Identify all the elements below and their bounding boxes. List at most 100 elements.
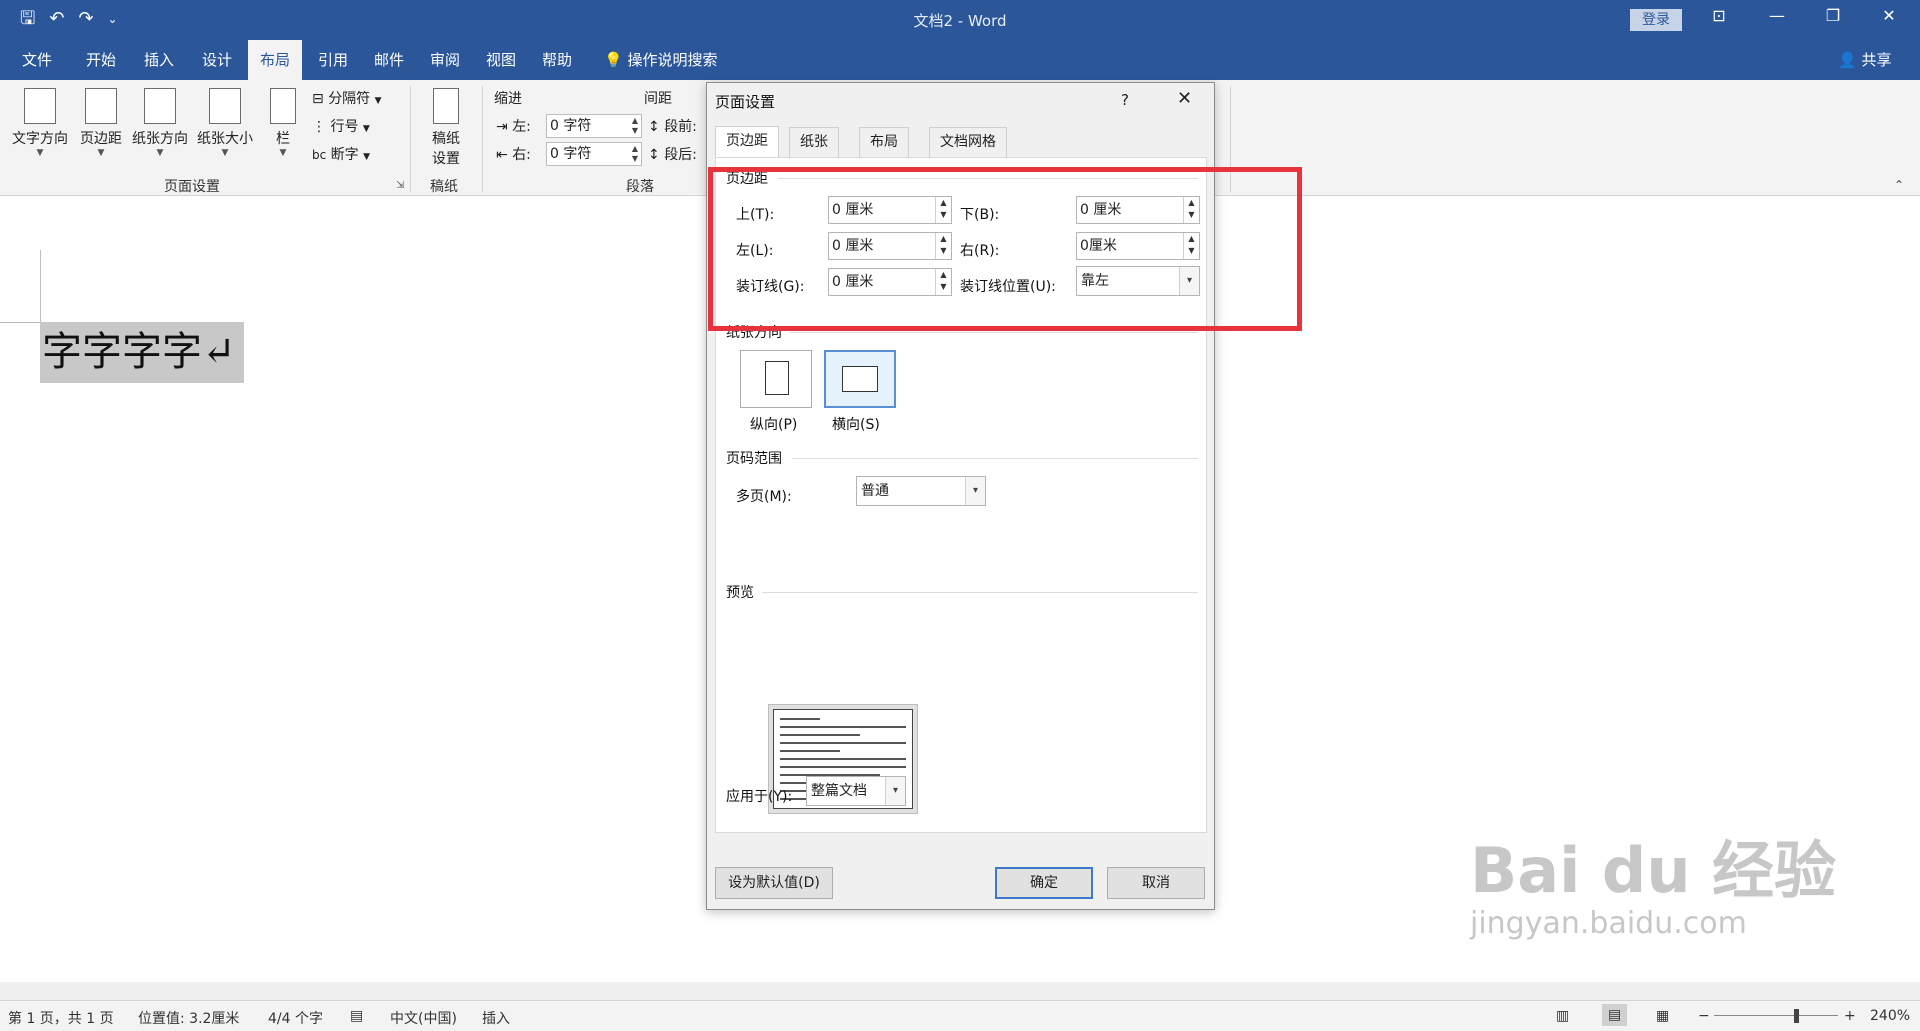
spacing-before-label: ↕ 段前: xyxy=(648,116,697,136)
ok-button[interactable]: 确定 xyxy=(995,867,1093,899)
web-layout-icon[interactable]: ▦ xyxy=(1656,1008,1669,1024)
orientation-label: 纸张方向 xyxy=(132,131,188,147)
watermark-url: jingyan.baidu.com xyxy=(1470,906,1747,941)
indent-left-label: ⇥ 左: xyxy=(496,116,531,136)
apply-to-select[interactable]: 整篇文档 ▾ xyxy=(806,776,906,806)
chevron-down-icon: ▼ xyxy=(362,124,370,134)
indent-left-input[interactable]: 0 字符 ▲ ▼ xyxy=(546,114,642,138)
restore-button[interactable]: ❐ xyxy=(1810,6,1856,25)
tab-design[interactable]: 设计 xyxy=(190,40,244,80)
position-value[interactable]: 位置值: 3.2厘米 xyxy=(138,1008,239,1028)
minimize-button[interactable]: — xyxy=(1754,6,1800,25)
indent-left-value: 0 字符 xyxy=(550,118,592,134)
manuscript-button[interactable]: 稿纸 设置 xyxy=(424,88,468,168)
breaks-button[interactable]: ⊟ 分隔符 ▼ xyxy=(312,88,382,108)
columns-button[interactable]: 栏 ▼ xyxy=(266,88,300,158)
chevron-down-icon[interactable]: ▾ xyxy=(965,477,985,505)
apply-to-value: 整篇文档 xyxy=(811,783,867,799)
dialog-title: 页面设置 xyxy=(715,93,776,111)
breaks-label: 分隔符 xyxy=(328,91,371,107)
size-label: 纸张大小 xyxy=(197,131,253,147)
tab-review[interactable]: 审阅 xyxy=(418,40,472,80)
hyphenation-label: 断字 xyxy=(330,147,359,163)
horizontal-scrollbar[interactable] xyxy=(0,982,1920,1000)
print-layout-icon[interactable]: ▤ xyxy=(1602,1004,1628,1026)
indent-left-text: 左: xyxy=(512,119,531,135)
tab-view[interactable]: 视图 xyxy=(474,40,528,80)
ribbon-display-icon[interactable]: ⊡ xyxy=(1696,6,1742,25)
tell-me-search[interactable]: 💡 操作说明搜索 xyxy=(604,40,717,80)
hyphenation-button[interactable]: bc 断字 ▼ xyxy=(312,144,370,164)
zoom-out-button[interactable]: − xyxy=(1698,1008,1710,1024)
dialog-launcher-icon[interactable]: ⇲ xyxy=(396,180,404,191)
text-direction-button[interactable]: 文字方向 ▼ xyxy=(10,88,70,158)
zoom-slider-thumb[interactable] xyxy=(1794,1009,1799,1023)
spacing-before-icon: ↕ xyxy=(648,119,660,135)
indent-right-input[interactable]: 0 字符 ▲ ▼ xyxy=(546,142,642,166)
tab-layout-dialog[interactable]: 布局 xyxy=(859,127,909,157)
manuscript-label-line1: 稿纸 xyxy=(432,131,460,147)
hyphenation-icon: bc xyxy=(312,148,327,162)
lightbulb-icon: 💡 xyxy=(604,51,623,69)
apply-to-label: 应用于(Y): xyxy=(726,789,793,805)
pages-section-title: 页码范围 xyxy=(726,451,782,467)
spacing-after-label: ↕ 段后: xyxy=(648,144,697,164)
language[interactable]: 中文(中国) xyxy=(390,1008,457,1028)
read-mode-icon[interactable]: ▥ xyxy=(1556,1008,1569,1024)
tab-help[interactable]: 帮助 xyxy=(530,40,584,80)
chevron-down-icon[interactable]: ▾ xyxy=(885,777,905,805)
divider xyxy=(792,458,1198,459)
margins-button[interactable]: 页边距 ▼ xyxy=(76,88,126,158)
close-button[interactable]: ✕ xyxy=(1866,6,1912,25)
breaks-icon: ⊟ xyxy=(312,91,324,107)
chevron-down-icon: ▼ xyxy=(36,148,44,158)
proofing-icon[interactable]: ▤ xyxy=(350,1008,363,1024)
size-button[interactable]: 纸张大小 ▼ xyxy=(194,88,256,158)
person-icon: 👤 xyxy=(1838,51,1857,69)
insert-mode[interactable]: 插入 xyxy=(482,1008,510,1028)
portrait-option[interactable] xyxy=(740,350,812,408)
spinner-icon[interactable]: ▲ ▼ xyxy=(632,116,638,136)
word-count[interactable]: 4/4 个字 xyxy=(268,1008,323,1028)
tab-references[interactable]: 引用 xyxy=(306,40,360,80)
line-numbers-button[interactable]: ⋮ 行号 ▼ xyxy=(312,116,370,136)
multiple-pages-select[interactable]: 普通 ▾ xyxy=(856,476,986,506)
help-button[interactable]: ? xyxy=(1121,91,1129,109)
margins-icon xyxy=(85,88,117,124)
ribbon-tabs: 文件 开始 插入 设计 布局 引用 邮件 审阅 视图 帮助 💡 操作说明搜索 👤… xyxy=(0,40,1920,80)
columns-label: 栏 xyxy=(276,131,290,147)
indent-right-value: 0 字符 xyxy=(550,146,592,162)
indent-right-label: ⇤ 右: xyxy=(496,144,531,164)
spinner-icon[interactable]: ▲ ▼ xyxy=(632,144,638,164)
zoom-in-button[interactable]: + xyxy=(1844,1008,1856,1024)
zoom-slider[interactable] xyxy=(1714,1015,1838,1016)
tab-insert[interactable]: 插入 xyxy=(132,40,186,80)
group-separator xyxy=(482,86,483,192)
multiple-pages-value: 普通 xyxy=(861,483,889,499)
tab-home[interactable]: 开始 xyxy=(74,40,128,80)
tab-document-grid[interactable]: 文档网格 xyxy=(929,127,1007,157)
multiple-pages-label: 多页(M): xyxy=(736,489,792,505)
spacing-label: 间距 xyxy=(644,91,672,107)
landscape-option[interactable] xyxy=(824,350,896,408)
share-label: 共享 xyxy=(1861,51,1892,69)
manuscript-label-line2: 设置 xyxy=(432,151,460,167)
zoom-level[interactable]: 240% xyxy=(1870,1008,1910,1024)
collapse-ribbon-icon[interactable]: ⌃ xyxy=(1894,178,1904,192)
document-text[interactable]: 字字字字↵ xyxy=(40,322,244,383)
tab-layout[interactable]: 布局 xyxy=(248,40,303,80)
orientation-button[interactable]: 纸张方向 ▼ xyxy=(128,88,192,158)
cancel-button[interactable]: 取消 xyxy=(1107,867,1205,899)
page-count[interactable]: 第 1 页，共 1 页 xyxy=(8,1008,114,1028)
status-bar: 第 1 页，共 1 页 位置值: 3.2厘米 4/4 个字 ▤ 中文(中国) 插… xyxy=(0,1000,1920,1031)
login-button[interactable]: 登录 xyxy=(1630,9,1682,31)
tab-paper[interactable]: 纸张 xyxy=(789,127,839,157)
chevron-down-icon: ▼ xyxy=(374,96,382,106)
set-default-button[interactable]: 设为默认值(D) xyxy=(715,867,833,899)
tab-mailings[interactable]: 邮件 xyxy=(362,40,416,80)
chevron-down-icon: ▼ xyxy=(221,148,229,158)
tab-margins[interactable]: 页边距 xyxy=(715,126,779,158)
dialog-close-button[interactable]: ✕ xyxy=(1177,88,1192,109)
share-button[interactable]: 👤 共享 xyxy=(1838,40,1891,80)
tab-file[interactable]: 文件 xyxy=(10,40,64,80)
